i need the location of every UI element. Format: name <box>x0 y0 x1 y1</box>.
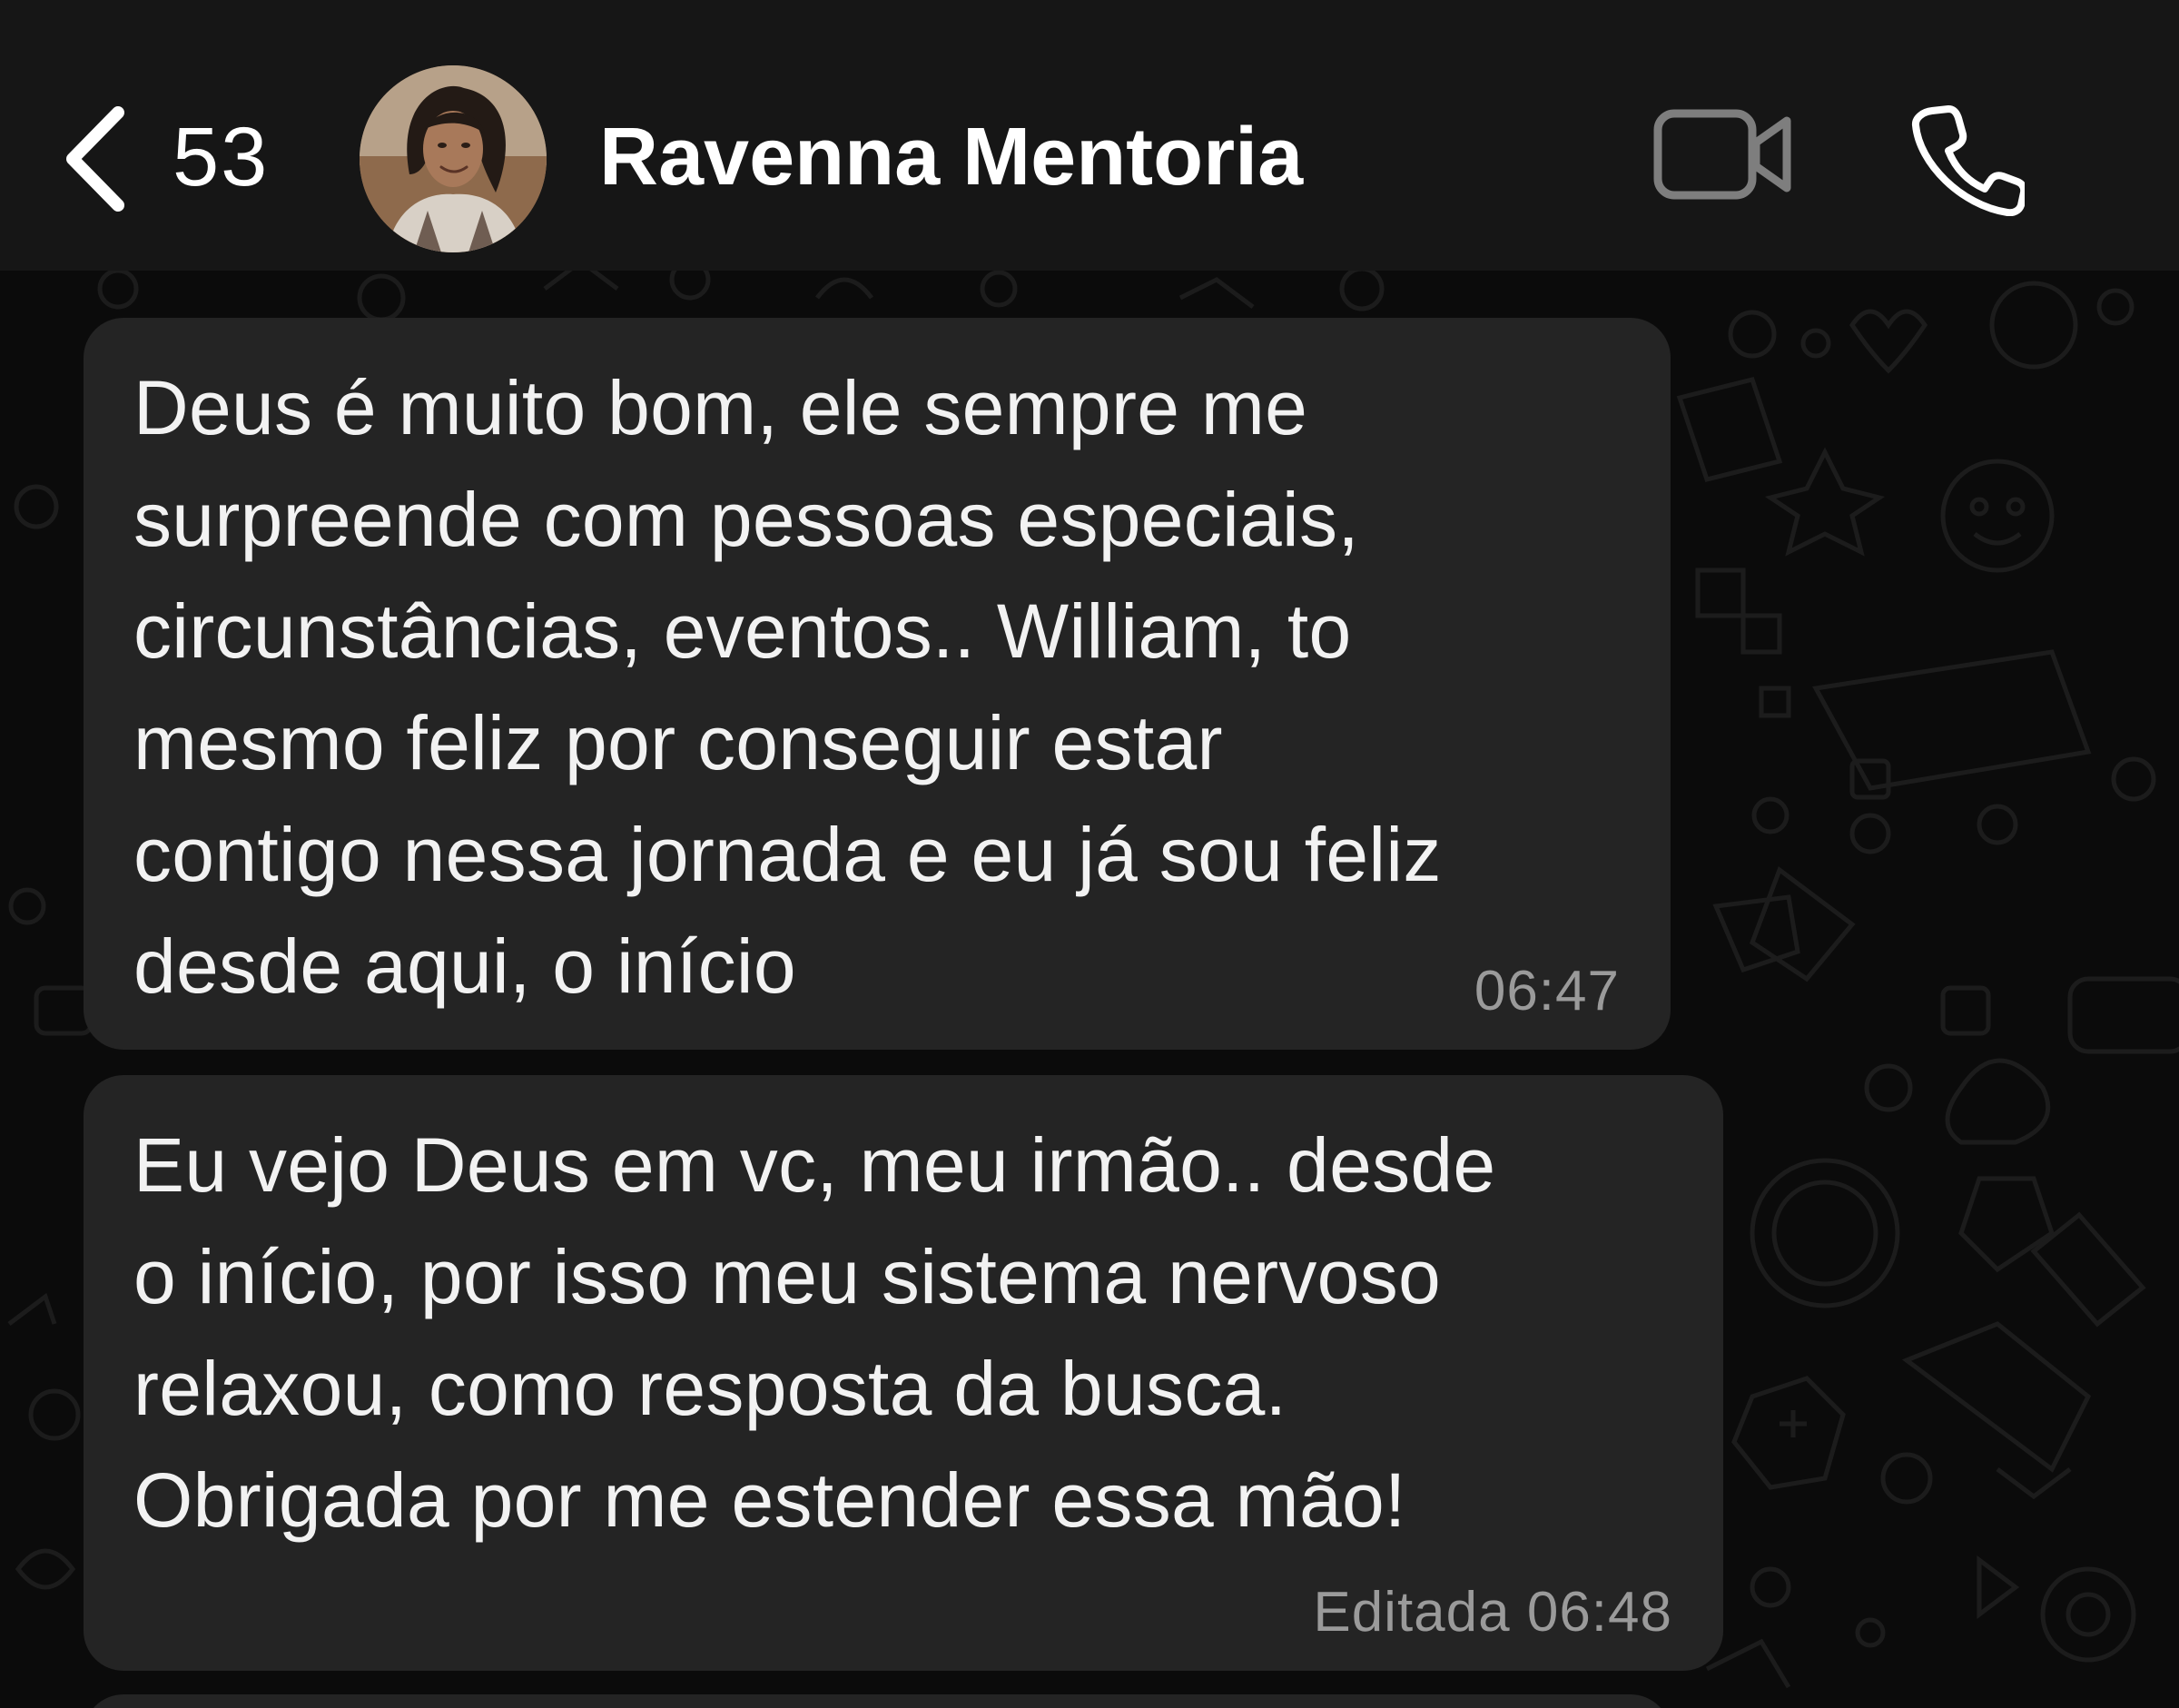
unread-count[interactable]: 53 <box>173 107 269 207</box>
back-button[interactable] <box>53 100 143 218</box>
message-text: Eu vejo Deus em vc, meu irmão.. desde o … <box>133 1122 1496 1543</box>
message-bubble[interactable]: Eu vejo Deus em vc, meu irmão.. desde o … <box>84 1075 1723 1671</box>
phone-call-icon <box>1911 105 2028 217</box>
message-time: Editada 06:48 <box>1313 1581 1672 1644</box>
contact-name[interactable]: Ravenna Mentoria <box>599 107 1303 207</box>
avatar-image <box>360 65 547 252</box>
message-time: 06:47 <box>1474 960 1620 1022</box>
back-chevron-icon <box>66 106 124 212</box>
chat-area[interactable]: Deus é muito bom, ele sempre me surpreen… <box>0 271 2179 1708</box>
voice-call-button[interactable] <box>1907 98 2028 217</box>
video-call-button[interactable] <box>1651 104 1796 204</box>
message-bubble-partial[interactable] <box>84 1694 1671 1708</box>
message-text: Deus é muito bom, ele sempre me surpreen… <box>133 365 1442 1009</box>
chat-header: 53 Ravenna Mentoria <box>0 0 2179 271</box>
contact-avatar[interactable] <box>360 65 547 252</box>
video-call-icon <box>1653 109 1791 200</box>
message-bubble[interactable]: Deus é muito bom, ele sempre me surpreen… <box>84 318 1671 1050</box>
